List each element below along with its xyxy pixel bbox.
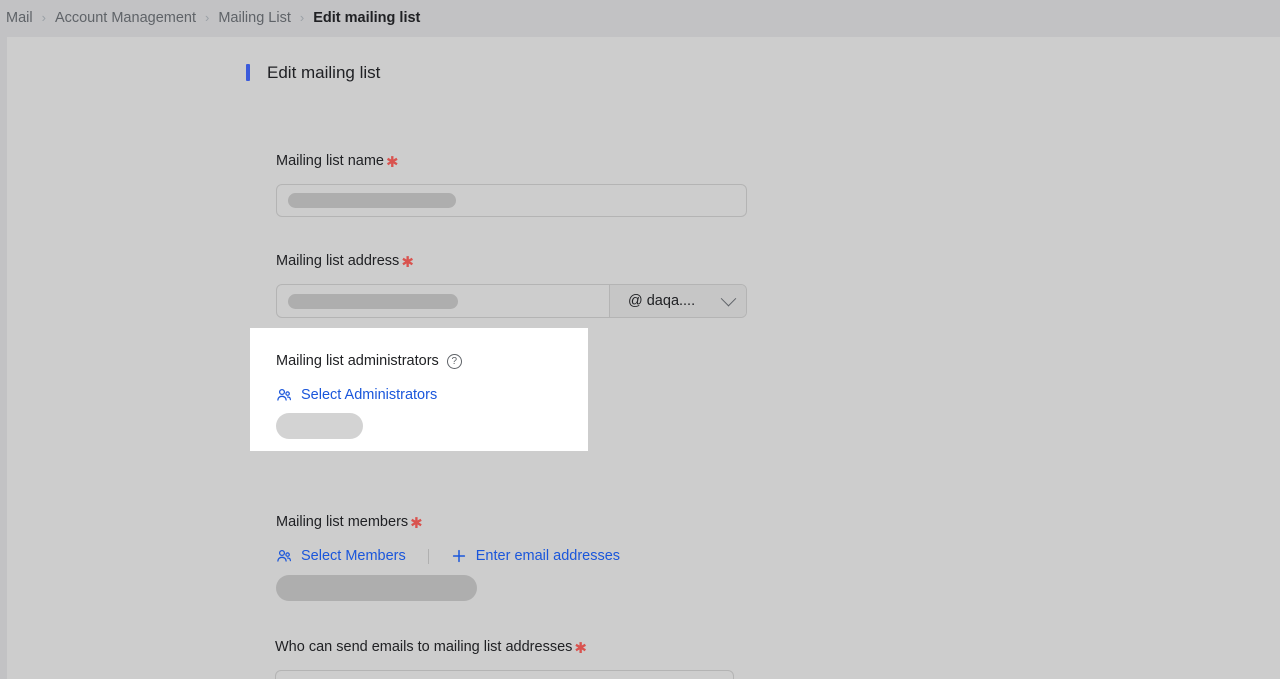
mailing-list-members-label: Mailing list members ✱ (276, 515, 423, 530)
mailing-list-address-input[interactable] (277, 285, 609, 317)
mailing-list-name-input[interactable] (276, 184, 747, 217)
mailing-list-members-actions: Select Members Enter email addresses (276, 548, 620, 564)
breadcrumb-separator-icon: › (205, 11, 209, 24)
who-can-send-label: Who can send emails to mailing list addr… (275, 640, 587, 655)
breadcrumb: Mail › Account Management › Mailing List… (0, 0, 1280, 37)
breadcrumb-separator-icon: › (42, 11, 46, 24)
help-circle-icon[interactable]: ? (447, 354, 462, 369)
mailing-list-address-row: @ daqa.... (276, 284, 747, 318)
people-icon (276, 387, 292, 403)
mailing-list-administrators-panel: Mailing list administrators ? Select Adm… (250, 328, 588, 451)
required-marker: ✱ (386, 155, 399, 170)
plus-icon (451, 548, 467, 564)
member-chip-redacted (276, 575, 477, 601)
domain-select[interactable]: @ daqa.... (609, 285, 746, 317)
domain-select-value: @ daqa.... (628, 294, 695, 309)
chevron-down-icon (721, 290, 737, 306)
content-area: Edit mailing list Mailing list name ✱ Ma… (7, 37, 1280, 679)
breadcrumb-separator-icon: › (300, 11, 304, 24)
breadcrumb-item-edit-mailing-list: Edit mailing list (313, 11, 420, 26)
redacted-value (288, 294, 458, 309)
breadcrumb-item-mailing-list[interactable]: Mailing List (218, 11, 291, 26)
enter-email-addresses-link[interactable]: Enter email addresses (451, 548, 620, 564)
mailing-list-administrators-label-text: Mailing list administrators (276, 354, 439, 369)
redacted-value (288, 193, 456, 208)
mailing-list-name-label-text: Mailing list name (276, 154, 384, 169)
who-can-send-label-text: Who can send emails to mailing list addr… (275, 640, 572, 655)
administrator-chip-redacted (276, 413, 363, 439)
required-marker: ✱ (410, 516, 423, 531)
select-administrators-link-text: Select Administrators (301, 388, 437, 403)
breadcrumb-item-mail[interactable]: Mail (6, 11, 33, 26)
actions-divider (428, 549, 429, 564)
mailing-list-address-label: Mailing list address ✱ (276, 254, 414, 269)
select-members-link-text: Select Members (301, 549, 406, 564)
page-title-text: Edit mailing list (267, 64, 380, 81)
required-marker: ✱ (574, 641, 587, 656)
select-members-link[interactable]: Select Members (276, 548, 406, 564)
who-can-send-select[interactable]: Some members (275, 670, 734, 679)
breadcrumb-item-account-management[interactable]: Account Management (55, 11, 196, 26)
enter-email-addresses-link-text: Enter email addresses (476, 549, 620, 564)
select-administrators-link[interactable]: Select Administrators (276, 387, 437, 403)
mailing-list-address-label-text: Mailing list address (276, 254, 399, 269)
mailing-list-administrators-label: Mailing list administrators ? (276, 354, 462, 369)
title-accent-bar (246, 64, 250, 81)
mailing-list-name-label: Mailing list name ✱ (276, 154, 399, 169)
required-marker: ✱ (401, 255, 414, 270)
people-icon (276, 548, 292, 564)
mailing-list-members-label-text: Mailing list members (276, 515, 408, 530)
page-title: Edit mailing list (246, 60, 380, 84)
